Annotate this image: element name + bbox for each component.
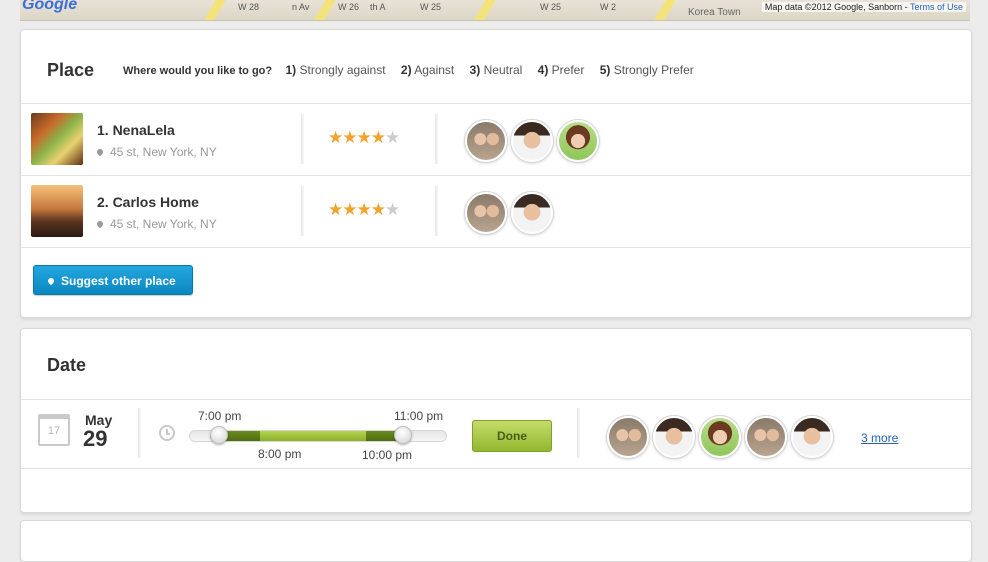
voter-avatars [607, 416, 837, 458]
star-icon: ★ [370, 128, 386, 147]
range-end-label: 11:00 pm [394, 409, 444, 423]
sushi-thumbnail [31, 113, 83, 165]
street-label: W 26 [338, 2, 360, 12]
place-address: 45 st, New York, NY [95, 145, 217, 159]
map-pin-icon [95, 219, 105, 229]
avatar[interactable] [745, 416, 787, 458]
avatar[interactable] [791, 416, 833, 458]
map-pin-icon [46, 276, 56, 286]
slider-handle-end[interactable] [394, 426, 412, 444]
place-name[interactable]: 2. Carlos Home [97, 194, 199, 210]
date-row: 17 May 29 7:00 pm 11:00 pm 8:00 pm 10:00… [21, 400, 971, 468]
star-icon: ★ [328, 200, 343, 219]
legend-option: 1) Strongly against [285, 63, 386, 77]
star-empty-icon: ★ [385, 200, 400, 219]
place-card: Place Where would you like to go? 1) Str… [20, 29, 972, 318]
done-button[interactable]: Done [472, 420, 552, 452]
terms-link[interactable]: Terms of Use [910, 2, 963, 12]
range-start-label: 7:00 pm [198, 409, 242, 423]
avatar[interactable] [607, 416, 649, 458]
avatar[interactable] [653, 416, 695, 458]
star-empty-icon: ★ [385, 128, 400, 147]
avatar[interactable] [511, 192, 553, 234]
star-icon: ★ [356, 200, 372, 219]
legend-option: 2) Against [400, 63, 455, 77]
legend-question: Where would you like to go? [123, 65, 273, 77]
selected-start-label: 8:00 pm [258, 447, 302, 461]
street-label: W 28 [238, 2, 260, 12]
star-icon: ★ [328, 128, 343, 147]
legend-option: 3) Neutral [469, 63, 523, 77]
bridge-thumbnail [31, 185, 83, 237]
suggest-place-button[interactable]: Suggest other place [33, 265, 193, 295]
map-attribution: Map data ©2012 Google, Sanborn - Terms o… [761, 2, 966, 12]
map-preview[interactable]: Google W 28 n Av W 26 th A W 25 W 25 W 2… [20, 0, 970, 21]
section-title-date: Date [47, 355, 87, 375]
time-range-slider[interactable] [189, 426, 447, 444]
legend-option: 5) Strongly Prefer [599, 63, 694, 77]
star-icon: ★ [342, 128, 357, 147]
street-label: W 25 [540, 2, 562, 12]
selected-end-label: 10:00 pm [362, 448, 413, 462]
slider-handle-start[interactable] [210, 426, 228, 444]
street-label: W 2 [600, 2, 617, 12]
avatar[interactable] [511, 120, 553, 162]
place-row[interactable]: 2. Carlos Home 45 st, New York, NY ★★★★★ [21, 176, 971, 247]
place-row[interactable]: 1. NenaLela 45 st, New York, NY ★★★★★ [21, 104, 971, 175]
street-label: th A [370, 2, 386, 12]
star-rating[interactable]: ★★★★★ [328, 128, 400, 148]
voter-avatars [465, 120, 603, 162]
legend-option: 4) Prefer [537, 63, 585, 77]
google-logo: Google [22, 0, 78, 13]
map-area-label: Korea Town [688, 7, 741, 18]
star-icon: ★ [342, 200, 357, 219]
avatar[interactable] [699, 416, 741, 458]
avatar[interactable] [557, 120, 599, 162]
place-address: 45 st, New York, NY [95, 217, 217, 231]
street-label: n Av [292, 2, 310, 12]
date-card: Date 17 May 29 7:00 pm 11:00 pm 8:00 pm … [20, 328, 972, 513]
avatar[interactable] [465, 120, 507, 162]
street-label: W 25 [420, 2, 442, 12]
map-pin-icon [95, 147, 105, 157]
calendar-icon: 17 [38, 414, 70, 446]
clock-icon [159, 425, 175, 441]
preference-legend: Where would you like to go? 1) Strongly … [123, 63, 706, 77]
star-rating[interactable]: ★★★★★ [328, 200, 400, 220]
next-card [20, 520, 972, 562]
place-name[interactable]: 1. NenaLela [97, 122, 175, 138]
star-icon: ★ [356, 128, 372, 147]
date-day: 29 [83, 426, 108, 451]
voter-avatars [465, 192, 557, 234]
avatar[interactable] [465, 192, 507, 234]
section-title-place: Place [47, 60, 95, 80]
more-voters-link[interactable]: 3 more [861, 431, 898, 445]
star-icon: ★ [370, 200, 386, 219]
